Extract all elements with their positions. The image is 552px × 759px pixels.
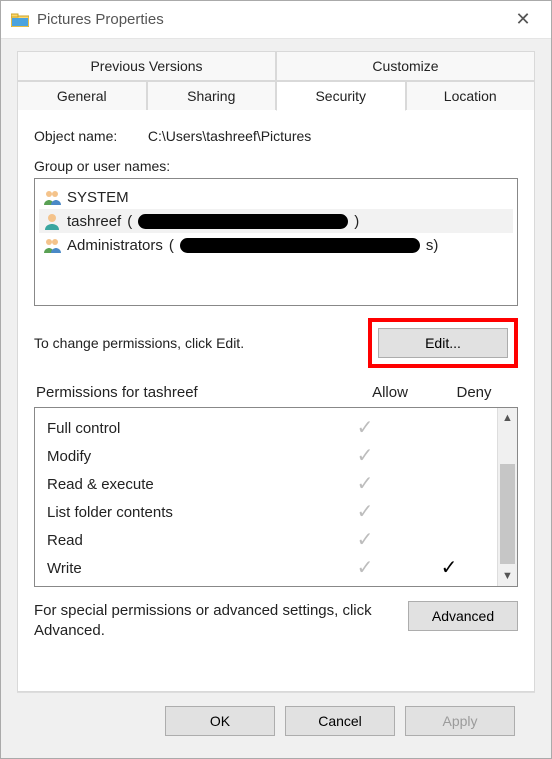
object-name-value: C:\Users\tashreef\Pictures bbox=[148, 128, 311, 144]
dialog-content: Previous Versions Customize General Shar… bbox=[1, 39, 551, 758]
advanced-button[interactable]: Advanced bbox=[408, 601, 518, 631]
group-detail: ( bbox=[127, 213, 132, 230]
allow-column-header: Allow bbox=[348, 384, 432, 401]
highlight-annotation: Edit... bbox=[368, 318, 518, 368]
group-label: Group or user names: bbox=[34, 158, 518, 174]
group-name: SYSTEM bbox=[67, 189, 129, 206]
list-item[interactable]: Administrators ( s) bbox=[39, 233, 513, 257]
object-name-row: Object name: C:\Users\tashreef\Pictures bbox=[34, 128, 518, 144]
tab-customize[interactable]: Customize bbox=[276, 51, 535, 81]
cancel-button[interactable]: Cancel bbox=[285, 706, 395, 736]
permission-name: Read & execute bbox=[41, 476, 323, 493]
tab-location[interactable]: Location bbox=[406, 81, 536, 111]
window-title: Pictures Properties bbox=[37, 11, 164, 28]
scroll-thumb[interactable] bbox=[500, 464, 515, 564]
folder-icon bbox=[11, 13, 29, 27]
permission-row: Read & execute ✓ bbox=[41, 470, 491, 498]
permission-name: Modify bbox=[41, 448, 323, 465]
permission-name: Write bbox=[41, 560, 323, 577]
permissions-header: Permissions for tashreef Allow Deny bbox=[34, 384, 518, 407]
redacted-text bbox=[138, 214, 348, 229]
check-icon: ✓ bbox=[357, 529, 374, 551]
check-icon: ✓ bbox=[357, 445, 374, 467]
tab-sharing[interactable]: Sharing bbox=[147, 81, 277, 111]
user-icon bbox=[43, 212, 61, 230]
security-panel: Object name: C:\Users\tashreef\Pictures … bbox=[17, 110, 535, 692]
titlebar: Pictures Properties ✕ bbox=[1, 1, 551, 39]
permission-row: Read ✓ bbox=[41, 526, 491, 554]
check-icon: ✓ bbox=[357, 417, 374, 439]
tab-general[interactable]: General bbox=[17, 81, 147, 111]
check-icon: ✓ bbox=[441, 557, 458, 579]
group-icon bbox=[43, 188, 61, 206]
edit-button[interactable]: Edit... bbox=[378, 328, 508, 358]
permission-name: List folder contents bbox=[41, 504, 323, 521]
check-icon: ✓ bbox=[357, 501, 374, 523]
list-item[interactable]: tashreef ( ) bbox=[39, 209, 513, 233]
ok-button[interactable]: OK bbox=[165, 706, 275, 736]
edit-hint: To change permissions, click Edit. bbox=[34, 335, 368, 351]
permission-name: Full control bbox=[41, 420, 323, 437]
group-user-list[interactable]: SYSTEM tashreef ( ) Administrators bbox=[34, 178, 518, 306]
scroll-down-icon[interactable]: ▼ bbox=[498, 566, 517, 586]
permissions-list: Full control ✓ Modify ✓ Read & execute ✓ bbox=[34, 407, 518, 587]
apply-button[interactable]: Apply bbox=[405, 706, 515, 736]
permission-row: Modify ✓ bbox=[41, 442, 491, 470]
group-name: tashreef bbox=[67, 213, 121, 230]
permission-row: Write ✓ ✓ bbox=[41, 554, 491, 582]
tab-strip: Previous Versions Customize General Shar… bbox=[17, 51, 535, 111]
permission-row: Full control ✓ bbox=[41, 414, 491, 442]
advanced-hint: For special permissions or advanced sett… bbox=[34, 601, 398, 642]
dialog-buttons: OK Cancel Apply bbox=[17, 692, 535, 748]
permission-name: Read bbox=[41, 532, 323, 549]
scrollbar[interactable]: ▲ ▼ bbox=[497, 408, 517, 586]
group-icon bbox=[43, 236, 61, 254]
object-name-label: Object name: bbox=[34, 128, 144, 144]
permission-row: List folder contents ✓ bbox=[41, 498, 491, 526]
tab-previous-versions[interactable]: Previous Versions bbox=[17, 51, 276, 81]
close-icon[interactable]: ✕ bbox=[503, 1, 543, 39]
scroll-up-icon[interactable]: ▲ bbox=[498, 408, 517, 428]
check-icon: ✓ bbox=[357, 473, 374, 495]
group-name: Administrators bbox=[67, 237, 163, 254]
redacted-text bbox=[180, 238, 420, 253]
deny-column-header: Deny bbox=[432, 384, 516, 401]
list-item[interactable]: SYSTEM bbox=[39, 185, 513, 209]
tab-security[interactable]: Security bbox=[276, 81, 406, 111]
permissions-for-label: Permissions for tashreef bbox=[36, 384, 348, 401]
check-icon: ✓ bbox=[357, 557, 374, 579]
properties-dialog: Pictures Properties ✕ Previous Versions … bbox=[0, 0, 552, 759]
